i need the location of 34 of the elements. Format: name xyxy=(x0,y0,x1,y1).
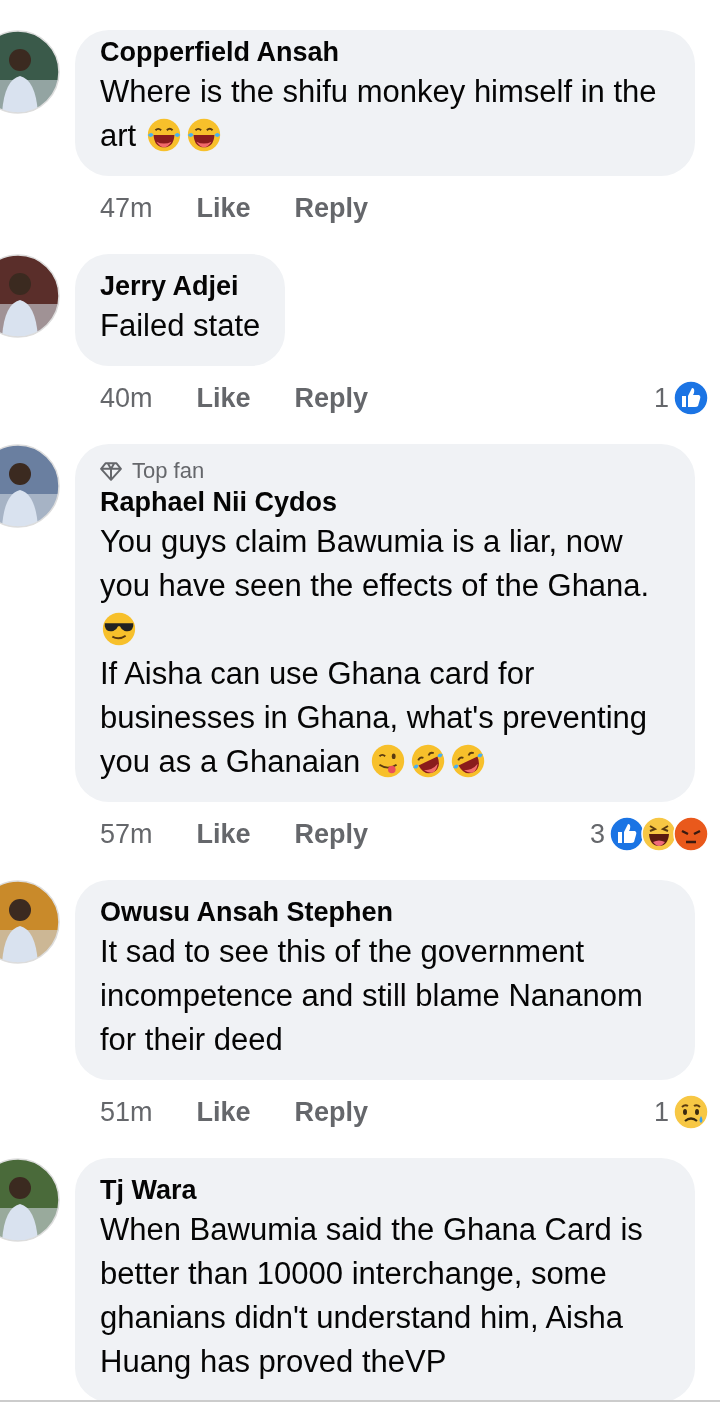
top-fan-label: Top fan xyxy=(132,458,205,484)
comment-text: Where is the shifu monkey himself in the art xyxy=(100,73,658,156)
thumbs-up-icon xyxy=(609,816,645,852)
comment-text: You guys claim Bawumia is a liar, now you have seen the effects of the Ghana. xyxy=(100,520,670,652)
angry-face-icon xyxy=(673,816,709,852)
commenter-name[interactable]: Jerry Adjei xyxy=(100,268,261,304)
like-link[interactable]: Like xyxy=(196,818,251,850)
commenter-name[interactable]: Owusu Ansah Stephen xyxy=(100,894,670,930)
like-link[interactable]: Like xyxy=(196,382,251,414)
diamond-icon xyxy=(100,461,122,481)
comment-text: When Bawumia said the Ghana Card is better than 10000 interchange, some ghanians didn't understand him, Aisha Huang has proved theVP xyxy=(100,1211,644,1381)
comment-time: 40m xyxy=(100,382,153,414)
reply-link[interactable]: Reply xyxy=(294,1096,369,1128)
reply-link[interactable]: Reply xyxy=(294,192,369,224)
comment-time: 47m xyxy=(100,192,153,224)
comment-time: 57m xyxy=(100,818,153,850)
like-link[interactable]: Like xyxy=(196,1096,251,1128)
reaction-count: 1 xyxy=(653,1096,669,1128)
sad-face-icon xyxy=(673,1094,709,1130)
comment-text: If Aisha can use Ghana card for businesses in Ghana, what's preventing you as a Ghanaian xyxy=(100,652,670,784)
reaction-count: 1 xyxy=(653,382,669,414)
reply-link[interactable]: Reply xyxy=(294,818,369,850)
comment-text: It sad to see this of the government incompetence and still blame Nananom for their deed xyxy=(100,933,644,1059)
commenter-name[interactable]: Tj Wara xyxy=(100,1172,670,1208)
sunglasses-face-icon xyxy=(100,610,138,648)
reply-link[interactable]: Reply xyxy=(294,382,369,414)
commenter-name[interactable]: Copperfield Ansah xyxy=(100,34,670,70)
comment-text: Failed state xyxy=(100,307,261,345)
thumbs-up-icon xyxy=(673,380,709,416)
commenter-name[interactable]: Raphael Nii Cydos xyxy=(100,484,670,520)
comment-time: 51m xyxy=(100,1096,153,1128)
like-link[interactable]: Like xyxy=(196,192,251,224)
laughing-face-icon xyxy=(641,816,677,852)
reaction-count: 3 xyxy=(589,818,605,850)
